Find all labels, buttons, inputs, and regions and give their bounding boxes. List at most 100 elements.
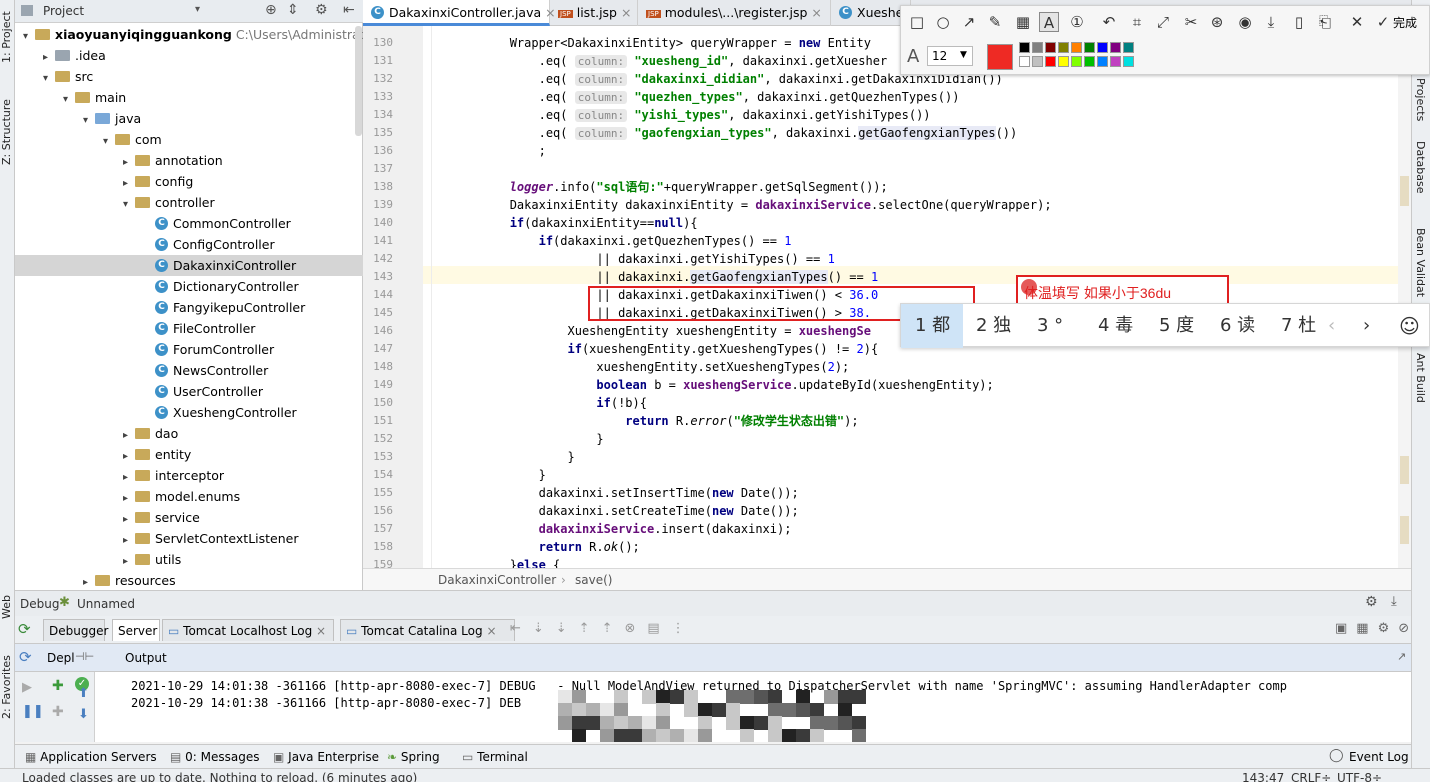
color-swatch[interactable]: [1123, 42, 1134, 53]
ime-candidate[interactable]: 3 °: [1037, 304, 1063, 348]
code-line[interactable]: .eq( column: "gaofengxian_types", dakaxi…: [423, 124, 1017, 142]
code-line[interactable]: dakaxinxi.setCreateTime(new Date());: [423, 502, 799, 520]
text-tool-icon[interactable]: A: [1039, 12, 1059, 32]
code-line[interactable]: }else {: [423, 556, 561, 568]
arrow-tool-icon[interactable]: ↗: [959, 12, 979, 32]
resize-icon[interactable]: ⤢: [1153, 12, 1173, 32]
debug-right-icons[interactable]: ▣▦⚙⊘: [1335, 621, 1418, 636]
favorites-tool-tab[interactable]: 2: Favorites: [0, 650, 15, 725]
tree-item[interactable]: C DakaxinxiController: [15, 255, 363, 276]
code-line[interactable]: ;: [423, 142, 546, 160]
tree-item[interactable]: ▸ ServletContextListener: [15, 528, 363, 549]
color-swatch[interactable]: [1097, 42, 1108, 53]
debug-tab[interactable]: Debugger: [43, 619, 108, 641]
code-line[interactable]: XueshengEntity xueshengEntity = xuesheng…: [423, 322, 870, 340]
event-log-tab[interactable]: Event Log: [1349, 745, 1409, 769]
tree-item[interactable]: ▾ java: [15, 108, 363, 129]
web-tool-tab[interactable]: Web: [0, 592, 15, 622]
collapsed-arrow-icon[interactable]: ▸: [123, 551, 135, 572]
color-swatch[interactable]: [1123, 56, 1134, 67]
expanded-arrow-icon[interactable]: ▾: [83, 110, 95, 131]
collapsed-arrow-icon[interactable]: ▸: [43, 47, 55, 68]
expanded-arrow-icon[interactable]: ▾: [43, 68, 55, 89]
tree-item[interactable]: C FileController: [15, 318, 363, 339]
debug-config-name[interactable]: Unnamed: [77, 597, 135, 611]
color-swatch[interactable]: [1045, 56, 1056, 67]
split-icon[interactable]: ⊣⊢: [75, 650, 94, 663]
file-encoding[interactable]: UTF-8÷: [1337, 769, 1382, 782]
check-icon[interactable]: ✓: [1373, 12, 1393, 32]
color-swatch[interactable]: [1110, 56, 1121, 67]
emoji-icon[interactable]: ☺: [1399, 304, 1420, 348]
editor-tab[interactable]: JSP modules\...\register.jsp ×: [638, 0, 831, 26]
bottom-tab[interactable]: ▤ 0: Messages: [170, 745, 260, 769]
bookmark-icon[interactable]: ⎗: [1315, 12, 1335, 32]
color-swatch[interactable]: [1032, 42, 1043, 53]
color-swatch[interactable]: [1071, 42, 1082, 53]
add-icon[interactable]: ✚: [52, 678, 64, 694]
update-icon[interactable]: ⟳: [19, 648, 32, 666]
code-line[interactable]: xueshengEntity.setXueshengTypes(2);: [423, 358, 849, 376]
tree-item[interactable]: ▸ model.enums: [15, 486, 363, 507]
editor-tab[interactable]: JSP list.jsp ×: [550, 0, 638, 26]
annotation-textbox[interactable]: 体温填写 如果小于36du: [1016, 275, 1229, 305]
expanded-arrow-icon[interactable]: ▾: [23, 26, 35, 47]
download-icon[interactable]: ⤓: [1261, 12, 1281, 32]
code-line[interactable]: .eq( column: "yishi_types", dakaxinxi.ge…: [423, 106, 931, 124]
prev-page-icon[interactable]: ‹: [1328, 304, 1335, 348]
bottom-tab[interactable]: ❧ Spring: [387, 745, 440, 769]
color-swatch[interactable]: [1110, 42, 1121, 53]
tree-item[interactable]: C XueshengController: [15, 402, 363, 423]
ime-candidate[interactable]: 1 都: [915, 304, 950, 348]
code-line[interactable]: logger.info("sql语句:"+queryWrapper.getSql…: [423, 178, 888, 196]
console-output[interactable]: 2021-10-29 14:01:38 -361166 [http-apr-80…: [95, 672, 1411, 742]
color-swatch[interactable]: [1032, 56, 1043, 67]
tree-item[interactable]: ▾ xiaoyuanyiqingguankong C:\Users\Adminis…: [15, 24, 363, 45]
debug-step-icons[interactable]: ⇤⇣⇣⇡⇡⊗▤⋮: [510, 621, 697, 636]
collapsed-arrow-icon[interactable]: ▸: [123, 446, 135, 467]
tree-item[interactable]: C FangyikepuController: [15, 297, 363, 318]
collapsed-arrow-icon[interactable]: ▸: [83, 572, 95, 590]
down-arrow-icon[interactable]: ⬇: [78, 707, 89, 722]
code-line[interactable]: dakaxinxi.setInsertTime(new Date());: [423, 484, 799, 502]
color-swatch[interactable]: [1058, 56, 1069, 67]
tree-item[interactable]: ▸ entity: [15, 444, 363, 465]
tree-item[interactable]: ▸ interceptor: [15, 465, 363, 486]
collapsed-arrow-icon[interactable]: ▸: [123, 530, 135, 551]
collapsed-arrow-icon[interactable]: ▸: [123, 425, 135, 446]
debug-tab[interactable]: ▭ Tomcat Localhost Log ×: [162, 619, 334, 641]
collapsed-arrow-icon[interactable]: ▸: [123, 467, 135, 488]
tree-item[interactable]: ▾ controller: [15, 192, 363, 213]
mosaic-tool-icon[interactable]: ▦: [1013, 12, 1033, 32]
code-line[interactable]: if(dakaxinxi.getQuezhenTypes() == 1: [423, 232, 792, 250]
expanded-arrow-icon[interactable]: ▾: [63, 89, 75, 110]
code-line[interactable]: .eq( column: "xuesheng_id", dakaxinxi.ge…: [423, 52, 887, 70]
hide-panel-icon[interactable]: ⇤: [343, 2, 355, 18]
next-page-icon[interactable]: ›: [1363, 304, 1370, 348]
close-tab-icon[interactable]: ×: [617, 5, 631, 20]
structure-tool-tab[interactable]: Z: Structure: [0, 92, 15, 172]
tree-item[interactable]: ▾ main: [15, 87, 363, 108]
collapsed-arrow-icon[interactable]: ▸: [123, 173, 135, 194]
editor-tab[interactable]: C DakaxinxiController.java ×: [363, 0, 556, 26]
color-swatch[interactable]: [1097, 56, 1108, 67]
tree-item[interactable]: ▸ utils: [15, 549, 363, 570]
expanded-arrow-icon[interactable]: ▾: [103, 131, 115, 152]
undo-icon[interactable]: ↶: [1099, 12, 1119, 32]
pause-icon[interactable]: ❚❚: [22, 704, 44, 719]
ant-build-tool-tab[interactable]: Ant Build: [1412, 345, 1427, 410]
chevron-down-icon[interactable]: ▾: [195, 4, 200, 15]
code-line[interactable]: Wrapper<DakaxinxiEntity> queryWrapper = …: [423, 34, 871, 52]
tree-item[interactable]: ▸ .idea: [15, 45, 363, 66]
code-line[interactable]: || dakaxinxi.getGaofengxianTypes() == 1: [423, 268, 878, 286]
pin-icon[interactable]: ⊛: [1207, 12, 1227, 32]
ime-candidate[interactable]: 4 毒: [1098, 304, 1133, 348]
remove-icon[interactable]: ✚: [52, 704, 64, 720]
gear-icon[interactable]: ⚙: [1365, 594, 1378, 610]
code-line[interactable]: }: [423, 448, 574, 466]
selected-color-swatch[interactable]: [987, 44, 1013, 70]
code-line[interactable]: if(!b){: [423, 394, 647, 412]
hide-icon[interactable]: ⤓: [1391, 594, 1397, 609]
done-label[interactable]: 完成: [1393, 14, 1417, 31]
tree-item[interactable]: ▸ annotation: [15, 150, 363, 171]
